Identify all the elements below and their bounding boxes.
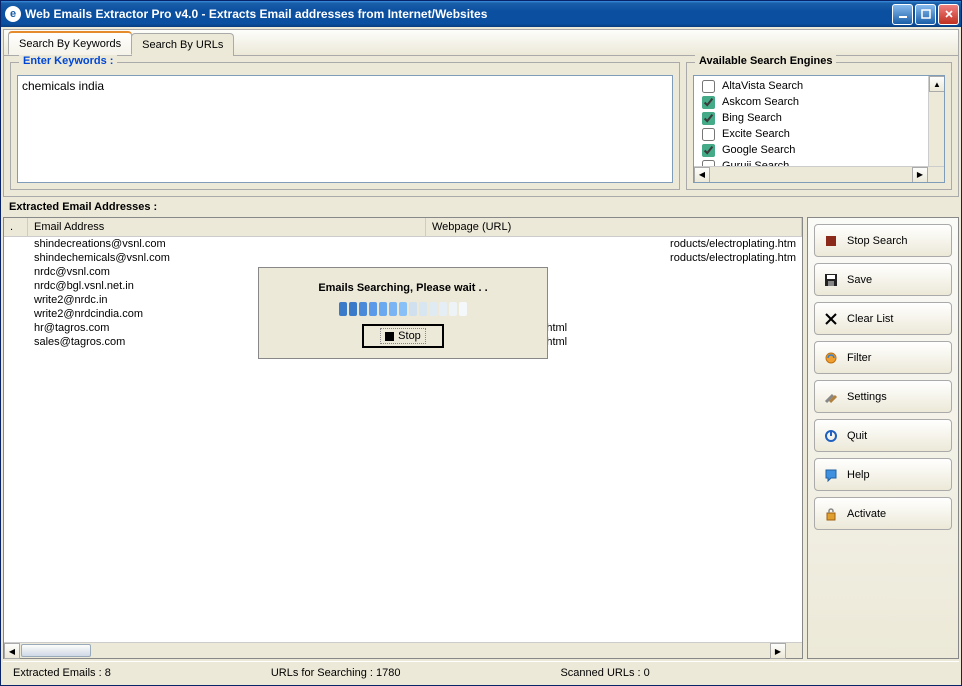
- settings-icon: [823, 389, 839, 405]
- cell-email: shindecreations@vsnl.com: [28, 238, 426, 250]
- clear-list-label: Clear List: [847, 313, 893, 325]
- engine-checkbox[interactable]: [702, 144, 715, 157]
- results-header: . Email Address Webpage (URL): [4, 218, 802, 237]
- scroll-right-button[interactable]: ▶: [912, 167, 928, 183]
- results-panel: . Email Address Webpage (URL) shindecrea…: [3, 217, 803, 659]
- tab-urls-label: Search By URLs: [142, 39, 223, 51]
- engines-group-title: Available Search Engines: [695, 55, 836, 67]
- engines-horizontal-scrollbar[interactable]: ◀ ▶: [694, 166, 944, 182]
- stop-search-label: Stop Search: [847, 235, 908, 247]
- engine-item[interactable]: Google Search: [698, 142, 940, 158]
- engine-item[interactable]: Excite Search: [698, 126, 940, 142]
- tab-bar: Search By Keywords Search By URLs: [4, 30, 958, 56]
- maximize-button[interactable]: [915, 4, 936, 25]
- result-row[interactable]: shindecreations@vsnl.comroducts/electrop…: [4, 237, 802, 251]
- activate-button[interactable]: Activate: [814, 497, 952, 530]
- engine-checkbox[interactable]: [702, 80, 715, 93]
- main-area: . Email Address Webpage (URL) shindecrea…: [3, 217, 959, 659]
- search-body: Enter Keywords : Available Search Engine…: [4, 56, 958, 196]
- search-area: Search By Keywords Search By URLs Enter …: [3, 29, 959, 197]
- settings-button[interactable]: Settings: [814, 380, 952, 413]
- searching-text: Emails Searching, Please wait . .: [318, 282, 487, 294]
- clear-list-button[interactable]: Clear List: [814, 302, 952, 335]
- close-button[interactable]: [938, 4, 959, 25]
- progress-bar: [339, 302, 467, 316]
- filter-button[interactable]: Filter: [814, 341, 952, 374]
- cell-email: shindechemicals@vsnl.com: [28, 252, 426, 264]
- quit-button[interactable]: Quit: [814, 419, 952, 452]
- help-label: Help: [847, 469, 870, 481]
- engine-checkbox[interactable]: [702, 128, 715, 141]
- client-area: Search By Keywords Search By URLs Enter …: [1, 27, 961, 685]
- results-horizontal-scrollbar[interactable]: ◀ ▶: [4, 642, 802, 658]
- scroll-left-button[interactable]: ◀: [694, 167, 710, 183]
- engine-label: Askcom Search: [722, 96, 799, 108]
- stop-button-label: Stop: [398, 330, 421, 342]
- engines-vertical-scrollbar[interactable]: ▲: [928, 76, 944, 166]
- keywords-input[interactable]: [20, 78, 670, 94]
- stop-search-button[interactable]: Stop Search: [814, 224, 952, 257]
- engine-label: Bing Search: [722, 112, 782, 124]
- scrollbar-corner: [928, 167, 944, 183]
- app-window: e Web Emails Extractor Pro v4.0 - Extrac…: [0, 0, 962, 686]
- settings-label: Settings: [847, 391, 887, 403]
- keywords-input-wrap[interactable]: [17, 75, 673, 183]
- results-scroll-right[interactable]: ▶: [770, 643, 786, 659]
- statusbar: Extracted Emails : 8 URLs for Searching …: [3, 661, 959, 683]
- engine-item[interactable]: Bing Search: [698, 110, 940, 126]
- save-icon: [823, 272, 839, 288]
- filter-icon: [823, 350, 839, 366]
- scrollbar-thumb[interactable]: [21, 644, 91, 657]
- stop-search-icon: [823, 233, 839, 249]
- activate-label: Activate: [847, 508, 886, 520]
- engine-label: Google Search: [722, 144, 795, 156]
- save-label: Save: [847, 274, 872, 286]
- cell-url: roducts/electroplating.htm: [426, 238, 802, 250]
- engine-checkbox[interactable]: [702, 96, 715, 109]
- engine-item[interactable]: Askcom Search: [698, 94, 940, 110]
- tab-urls[interactable]: Search By URLs: [131, 33, 234, 56]
- status-scanned: Scanned URLs : 0: [560, 667, 649, 679]
- stop-icon: [385, 332, 394, 341]
- window-controls: [892, 4, 959, 25]
- keywords-group-title: Enter Keywords :: [19, 55, 117, 67]
- side-panel: Stop Search Save Clear List Filter Setti…: [807, 217, 959, 659]
- engines-group: Available Search Engines AltaVista Searc…: [686, 62, 952, 190]
- extracted-addresses-label: Extracted Email Addresses :: [3, 199, 959, 215]
- col-url[interactable]: Webpage (URL): [426, 218, 802, 236]
- app-icon: e: [5, 6, 21, 22]
- engine-label: Excite Search: [722, 128, 790, 140]
- engine-label: AltaVista Search: [722, 80, 803, 92]
- engine-item[interactable]: AltaVista Search: [698, 78, 940, 94]
- scrollbar-corner: [786, 643, 802, 658]
- keywords-group: Enter Keywords :: [10, 62, 680, 190]
- titlebar[interactable]: e Web Emails Extractor Pro v4.0 - Extrac…: [1, 1, 961, 27]
- help-button[interactable]: Help: [814, 458, 952, 491]
- searching-dialog: Emails Searching, Please wait . .: [258, 267, 548, 359]
- scroll-up-button[interactable]: ▲: [929, 76, 945, 92]
- result-row[interactable]: shindechemicals@vsnl.comroducts/electrop…: [4, 251, 802, 265]
- activate-icon: [823, 506, 839, 522]
- engines-list: AltaVista Search Askcom Search Bing Search…: [693, 75, 945, 183]
- quit-icon: [823, 428, 839, 444]
- quit-label: Quit: [847, 430, 867, 442]
- help-icon: [823, 467, 839, 483]
- window-title: Web Emails Extractor Pro v4.0 - Extracts…: [25, 7, 892, 21]
- engine-checkbox[interactable]: [702, 112, 715, 125]
- minimize-button[interactable]: [892, 4, 913, 25]
- tab-keywords-label: Search By Keywords: [19, 38, 121, 50]
- filter-label: Filter: [847, 352, 871, 364]
- clear-icon: [823, 311, 839, 327]
- tab-keywords[interactable]: Search By Keywords: [8, 31, 132, 55]
- cell-url: roducts/electroplating.htm: [426, 252, 802, 264]
- save-button[interactable]: Save: [814, 263, 952, 296]
- results-list[interactable]: shindecreations@vsnl.comroducts/electrop…: [4, 237, 802, 642]
- stop-button[interactable]: Stop: [362, 324, 444, 348]
- status-urls-for-search: URLs for Searching : 1780: [271, 667, 401, 679]
- results-scroll-left[interactable]: ◀: [4, 643, 20, 659]
- col-email[interactable]: Email Address: [28, 218, 426, 236]
- status-extracted: Extracted Emails : 8: [13, 667, 111, 679]
- col-sno[interactable]: .: [4, 218, 28, 236]
